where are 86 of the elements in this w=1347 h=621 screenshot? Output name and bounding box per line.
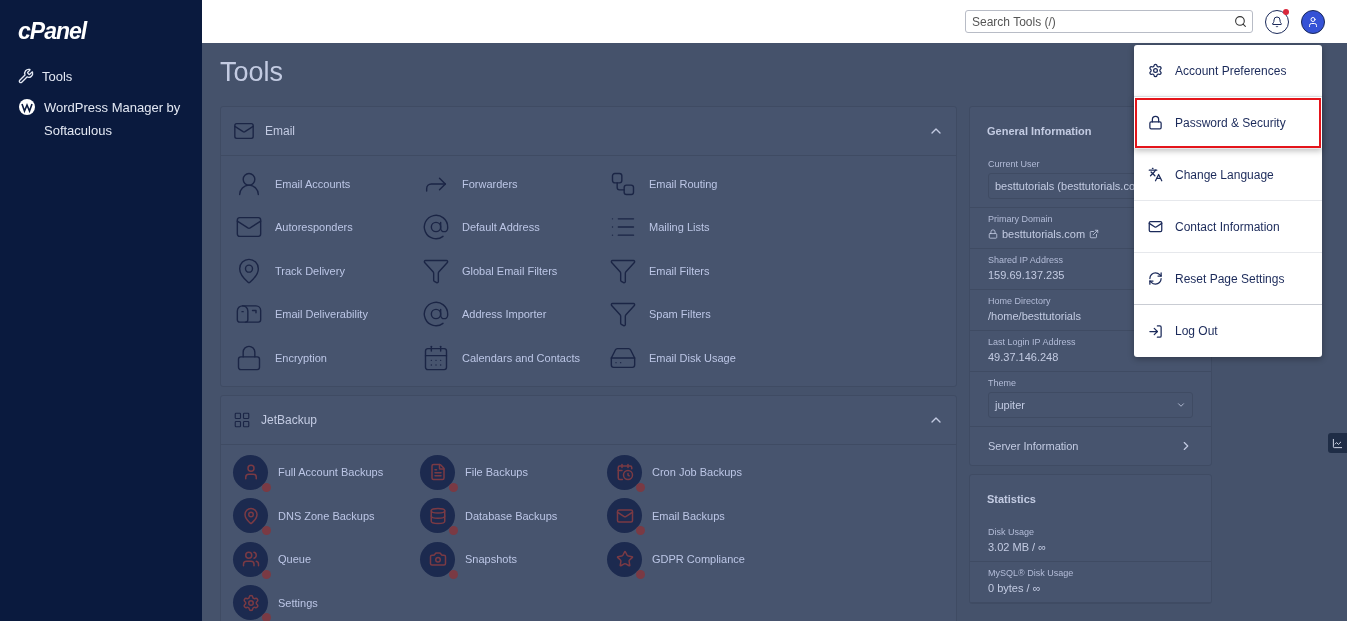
backup-icon [607,541,642,577]
server-information-link[interactable]: Server Information [970,427,1211,465]
backup-icon [420,498,455,534]
tool-link[interactable]: Global Email Filters [462,264,558,277]
tool-link[interactable]: Database Backups [465,509,558,522]
tool-link[interactable]: Queue [278,553,312,566]
tool-link[interactable]: Address Importer [462,308,547,321]
tool-link[interactable]: Snapshots [465,553,517,566]
tool-link[interactable]: Calendars and Contacts [462,351,580,364]
external-link-icon [1089,229,1100,239]
backup-icon [607,454,642,490]
grid-icon [233,410,251,429]
tool-link[interactable]: Email Deliverability [275,308,368,321]
menu-icon [1148,219,1163,234]
tool-link[interactable]: Forwarders [462,177,518,190]
menu-item[interactable]: Reset Page Settings [1134,253,1322,305]
section-title: JetBackup [261,412,318,427]
notifications-button[interactable] [1265,9,1289,34]
caret-icon [1176,400,1186,410]
sidebar-item[interactable]: WordPress Manager by Softaculous [44,96,184,142]
search-field[interactable]: Search Tools (/) [965,10,1253,33]
chart-button[interactable] [1328,433,1347,453]
card-title: Statistics [987,493,1036,505]
backup-icon [420,541,455,577]
field-label: MySQL® Disk Usage [988,568,1074,578]
tool-link[interactable]: Track Delivery [275,264,345,277]
tool-link[interactable]: Autoresponders [275,221,353,234]
bell-icon [1271,15,1283,28]
tool-link[interactable]: GDPR Compliance [652,553,745,566]
tool-link[interactable]: Spam Filters [649,308,711,321]
field-label: Current User [988,159,1040,169]
field-value: 0 bytes / ∞ [988,582,1041,594]
user-menu-button[interactable] [1301,9,1325,34]
tool-link[interactable]: DNS Zone Backups [278,509,375,522]
tool-link[interactable]: Email Backups [652,509,725,522]
tools-icon [18,68,34,84]
chart-icon [1332,437,1343,449]
menu-icon [1148,63,1163,78]
field-label: Theme [988,378,1016,388]
page-title: Tools [220,57,284,88]
menu-icon [1148,271,1163,286]
backup-icon [233,454,268,490]
field-value: /home/besttutorials [988,310,1081,322]
tool-link[interactable]: Email Disk Usage [649,351,736,364]
tool-link[interactable]: Email Routing [649,177,718,190]
wordpress-icon [18,98,36,116]
backup-icon [233,498,268,534]
menu-item[interactable]: Change Language [1134,149,1322,201]
user-icon [1307,15,1319,28]
cpanel-logo[interactable]: cPanel [18,18,184,45]
backup-icon [233,541,268,577]
field-label: Shared IP Address [988,255,1063,265]
tool-link[interactable]: File Backups [465,466,528,479]
tool-link[interactable]: Email Accounts [275,177,351,190]
field-label: Disk Usage [988,527,1034,537]
field-label: Home Directory [988,296,1051,306]
backup-icon [420,454,455,490]
menu-icon [1148,115,1163,130]
tool-link[interactable]: Settings [278,596,318,609]
field-label: Last Login IP Address [988,337,1076,347]
tool-link[interactable]: Cron Job Backups [652,466,742,479]
tool-link[interactable]: Full Account Backups [278,466,384,479]
lock-icon [988,229,998,239]
menu-item[interactable]: Log Out [1134,305,1322,357]
tool-link[interactable]: Default Address [462,221,540,234]
search-icon [1234,15,1247,28]
backup-icon [607,498,642,534]
sidebar-item[interactable]: Tools [42,65,73,88]
theme-select[interactable]: jupiter [988,392,1193,418]
field-label: Primary Domain [988,214,1053,224]
field-value: 49.37.146.248 [988,351,1059,363]
domain-link[interactable]: besttutorials.com [1002,228,1086,240]
backup-icon [233,585,268,621]
field-value: 3.02 MB / ∞ [988,541,1046,553]
menu-icon [1148,167,1163,182]
menu-item[interactable]: Account Preferences [1134,45,1322,97]
menu-item[interactable]: Contact Information [1134,201,1322,253]
tool-link[interactable]: Encryption [275,351,327,364]
card-title: General Information [987,125,1092,137]
menu-item[interactable]: Password & Security [1134,97,1322,149]
tool-link[interactable]: Email Filters [649,264,710,277]
field-value: 159.69.137.235 [988,269,1065,281]
menu-icon [1148,323,1163,339]
section-title: Email [265,124,295,138]
tool-link[interactable]: Mailing Lists [649,221,710,234]
envelope-icon [233,120,255,142]
